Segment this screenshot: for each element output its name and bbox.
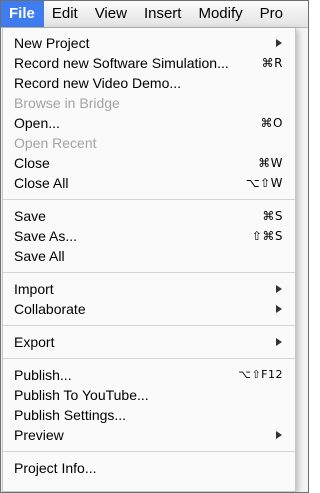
menu-item-label: Record new Video Demo... [14,75,182,91]
menu-item-record-video-demo[interactable]: Record new Video Demo... [3,73,295,93]
shortcut-label: ⌘O [260,116,283,130]
menu-item-label: Save [14,208,46,224]
screenshot-frame: File Edit View Insert Modify Pro New Pro… [0,0,309,493]
shortcut-label: ⌘R [261,56,283,70]
menu-item-new-project[interactable]: New Project [3,33,295,53]
menu-item-label: Close All [14,175,69,191]
menubar-view[interactable]: View [87,1,136,27]
shortcut-label: ⌘W [258,156,283,170]
menu-item-label: Browse in Bridge [14,95,120,111]
file-menu-dropdown: New Project Record new Software Simulati… [2,28,296,492]
menu-separator [3,199,295,200]
submenu-arrow-icon [276,431,282,439]
menu-item-publish-to-youtube[interactable]: Publish To YouTube... [3,385,295,405]
menu-item-open-recent: Open Recent [3,133,295,153]
submenu-arrow-icon [276,39,282,47]
menu-separator [3,358,295,359]
menu-item-save-all[interactable]: Save All [3,246,295,266]
menu-item-browse-in-bridge: Browse in Bridge [3,93,295,113]
menu-item-label: Record new Software Simulation... [14,55,229,71]
menu-item-open[interactable]: Open... ⌘O [3,113,295,133]
shortcut-label: ⌥⇧W [245,176,283,190]
menu-item-label: Open... [14,115,60,131]
menu-item-record-software-simulation[interactable]: Record new Software Simulation... ⌘R [3,53,295,73]
submenu-arrow-icon [276,338,282,346]
menu-item-label: Close [14,155,50,171]
menu-separator [3,272,295,273]
menu-item-save-as[interactable]: Save As... ⇧⌘S [3,226,295,246]
menu-item-export[interactable]: Export [3,332,295,352]
submenu-arrow-icon [276,305,282,313]
menu-item-close-all[interactable]: Close All ⌥⇧W [3,173,295,193]
menu-item-import[interactable]: Import [3,279,295,299]
menu-item-label: Project Info... [14,460,97,476]
menu-item-label: Preview [14,427,64,443]
menu-item-save[interactable]: Save ⌘S [3,206,295,226]
background-window [295,28,308,492]
menubar-modify[interactable]: Modify [190,1,251,27]
menu-item-project-info[interactable]: Project Info... [3,458,295,478]
menubar-project[interactable]: Pro [252,1,292,27]
menu-item-collaborate[interactable]: Collaborate [3,299,295,319]
menu-item-label: Save As... [14,228,78,244]
menu-item-label: Publish To YouTube... [14,387,149,403]
menu-item-label: Collaborate [14,301,86,317]
submenu-arrow-icon [276,285,282,293]
menu-item-preview[interactable]: Preview [3,425,295,445]
menu-item-label: Open Recent [14,135,97,151]
menu-item-publish-settings[interactable]: Publish Settings... [3,405,295,425]
menu-item-publish[interactable]: Publish... ⌥⇧F12 [3,365,295,385]
menu-item-close[interactable]: Close ⌘W [3,153,295,173]
menu-item-label: Publish... [14,367,72,383]
menu-item-label: Export [14,334,55,350]
menu-item-label: Import [14,281,54,297]
shortcut-label: ⇧⌘S [251,229,283,243]
menu-separator [3,325,295,326]
shortcut-label: ⌘S [262,209,283,223]
shortcut-label: ⌥⇧F12 [238,368,283,381]
menubar-insert[interactable]: Insert [136,1,191,27]
menu-item-label: Publish Settings... [14,407,127,423]
menubar-edit[interactable]: Edit [44,1,87,27]
menu-item-label: Save All [14,248,65,264]
menu-item-label: New Project [14,35,90,51]
menu-bar: File Edit View Insert Modify Pro [1,1,308,28]
menubar-file[interactable]: File [1,1,44,27]
menu-separator [3,451,295,452]
